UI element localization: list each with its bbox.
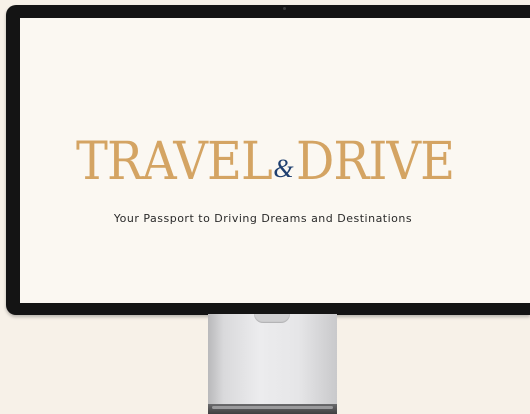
page: TRAVEL & DRIVE Your Passport to Driving … <box>0 0 530 414</box>
title-word-travel: TRAVEL <box>75 132 273 192</box>
title-ampersand: & <box>273 154 294 183</box>
monitor-stand-base-highlight <box>212 406 333 409</box>
title-word-drive: DRIVE <box>295 132 455 192</box>
monitor-display: TRAVEL & DRIVE Your Passport to Driving … <box>6 5 530 315</box>
camera-dot-icon <box>283 7 286 10</box>
monitor-stand-hinge <box>254 314 290 323</box>
tagline: Your Passport to Driving Dreams and Dest… <box>113 212 413 225</box>
monitor-stand <box>208 314 337 406</box>
brand-logo-title: TRAVEL & DRIVE <box>20 136 518 200</box>
monitor-screen: TRAVEL & DRIVE Your Passport to Driving … <box>20 18 530 303</box>
